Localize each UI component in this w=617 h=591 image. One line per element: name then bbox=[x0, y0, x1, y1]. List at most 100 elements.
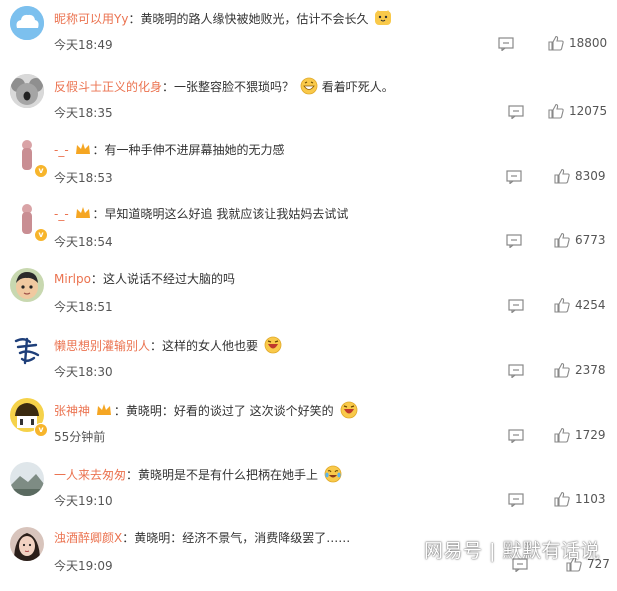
comment-text: 这样的女人他也要 bbox=[162, 339, 259, 353]
separator: ： bbox=[128, 12, 141, 26]
comment-text: 一张整容脸不猥琐吗？ bbox=[174, 80, 295, 94]
cat-face-emoji-icon bbox=[375, 10, 392, 25]
crown-badge-icon bbox=[75, 207, 90, 218]
thumbs-up-icon bbox=[554, 491, 570, 507]
like-count: 2378 bbox=[575, 363, 606, 377]
username-link[interactable]: -_- bbox=[54, 207, 69, 221]
username-link[interactable]: 懒思想别灌输别人 bbox=[54, 339, 150, 353]
like-count: 12075 bbox=[569, 104, 608, 118]
comment-time: 今天19:09 bbox=[54, 559, 113, 573]
comment-time: 55分钟前 bbox=[54, 430, 106, 444]
comment-time: 今天18:54 bbox=[54, 235, 113, 249]
username-link[interactable]: -_- bbox=[54, 143, 69, 157]
comment-text-continued: 看着吓死人。 bbox=[321, 80, 394, 94]
separator: ： bbox=[150, 339, 163, 353]
child-avatar-icon bbox=[10, 268, 44, 302]
comment-text: 早知道晓明这么好追 我就应该让我姑妈去试试 bbox=[104, 207, 349, 221]
comment-line: 昵称可以用Yy：黄晓明的路人缘快被她败光，估计不会长久 bbox=[54, 9, 392, 27]
avatar[interactable] bbox=[10, 333, 44, 367]
avatar[interactable] bbox=[10, 268, 44, 302]
thumbs-up-icon bbox=[548, 35, 564, 51]
avatar[interactable] bbox=[10, 74, 44, 108]
thumbs-up-icon bbox=[554, 232, 570, 248]
like-button[interactable]: 6773 bbox=[554, 232, 606, 248]
like-button[interactable]: 8309 bbox=[554, 168, 606, 184]
separator: ： bbox=[90, 272, 103, 286]
cloud-avatar-icon bbox=[10, 6, 44, 40]
comment-line: -_- ：有一种手伸不进屏幕抽她的无力感 bbox=[54, 142, 285, 158]
like-count: 1729 bbox=[575, 428, 606, 442]
like-button[interactable]: 2378 bbox=[554, 362, 606, 378]
reply-icon[interactable] bbox=[508, 364, 524, 378]
separator: ： bbox=[113, 404, 126, 418]
separator: ： bbox=[126, 468, 139, 482]
username-link[interactable]: 张神神 bbox=[54, 404, 90, 418]
like-count: 1103 bbox=[575, 492, 606, 506]
comment-time: 今天18:51 bbox=[54, 300, 113, 314]
username-link[interactable]: 浊酒醉卿颜X bbox=[54, 531, 122, 545]
like-count: 8309 bbox=[575, 169, 606, 183]
reply-icon[interactable] bbox=[506, 234, 522, 248]
like-count: 4254 bbox=[575, 298, 606, 312]
like-button[interactable]: 18800 bbox=[548, 35, 607, 51]
comment-text: 黄晓明：经济不景气，消费降级罢了…… bbox=[134, 531, 351, 545]
koala-avatar-icon bbox=[10, 74, 44, 108]
avatar[interactable] bbox=[10, 462, 44, 496]
comment-text: 黄晓明：好看的谈过了 这次谈个好笑的 bbox=[125, 404, 334, 418]
thumbs-up-icon bbox=[548, 103, 564, 119]
comment-item: v 张神神 ：黄晓明：好看的谈过了 这次谈个好笑的 55分钟前 1729 bbox=[0, 398, 617, 462]
like-button[interactable]: 4254 bbox=[554, 297, 606, 313]
comment-line: Mirlpo：这人说话不经过大脑的吗 bbox=[54, 271, 235, 287]
comment-line: 张神神 ：黄晓明：好看的谈过了 这次谈个好笑的 bbox=[54, 401, 358, 419]
separator: ： bbox=[92, 207, 105, 221]
like-button[interactable]: 1729 bbox=[554, 427, 606, 443]
comment-time: 今天19:10 bbox=[54, 494, 113, 508]
username-link[interactable]: 反假斗士正义的化身 bbox=[54, 80, 162, 94]
comment-time: 今天18:49 bbox=[54, 38, 113, 52]
comment-text: 黄晓明的路人缘快被她败光，估计不会长久 bbox=[140, 12, 369, 26]
comment-item: 一人来去匆匆：黄晓明是不是有什么把柄在她手上 今天19:10 1103 bbox=[0, 462, 617, 526]
reply-icon[interactable] bbox=[508, 105, 524, 119]
comment-time: 今天18:30 bbox=[54, 365, 113, 379]
tears-of-joy-emoji-icon bbox=[324, 465, 342, 483]
like-count: 18800 bbox=[569, 36, 608, 50]
comment-text: 这人说话不经过大脑的吗 bbox=[102, 272, 235, 286]
calligraphy-avatar-icon bbox=[10, 333, 44, 367]
laughing-emoji-icon bbox=[264, 336, 282, 354]
comment-item: 反假斗士正义的化身：一张整容脸不猥琐吗？ 看着吓死人。 今天18:35 1207… bbox=[0, 74, 617, 138]
comment-item: 懒思想别灌输别人：这样的女人他也要 今天18:30 2378 bbox=[0, 333, 617, 397]
separator: ： bbox=[92, 143, 105, 157]
reply-icon[interactable] bbox=[498, 37, 514, 51]
username-link[interactable]: Mirlpo bbox=[54, 272, 91, 286]
comment-item: Mirlpo：这人说话不经过大脑的吗 今天18:51 4254 bbox=[0, 268, 617, 332]
reply-icon[interactable] bbox=[508, 429, 524, 443]
crown-badge-icon bbox=[75, 143, 90, 154]
thumbs-up-icon bbox=[554, 362, 570, 378]
username-link[interactable]: 一人来去匆匆 bbox=[54, 468, 126, 482]
comment-text: 黄晓明是不是有什么把柄在她手上 bbox=[138, 468, 319, 482]
separator: ： bbox=[122, 531, 135, 545]
verified-badge-icon: v bbox=[34, 228, 48, 242]
comment-line: -_- ：早知道晓明这么好追 我就应该让我姑妈去试试 bbox=[54, 206, 348, 222]
verified-badge-icon: v bbox=[34, 164, 48, 178]
username-link[interactable]: 昵称可以用Yy bbox=[54, 12, 128, 26]
like-count: 6773 bbox=[575, 233, 606, 247]
like-button[interactable]: 1103 bbox=[554, 491, 606, 507]
avatar[interactable] bbox=[10, 527, 44, 561]
comment-time: 今天18:35 bbox=[54, 106, 113, 120]
reply-icon[interactable] bbox=[506, 170, 522, 184]
like-button[interactable]: 12075 bbox=[548, 103, 607, 119]
thumbs-up-icon bbox=[554, 297, 570, 313]
comment-line: 浊酒醉卿颜X：黄晓明：经济不景气，消费降级罢了…… bbox=[54, 530, 350, 546]
reply-icon[interactable] bbox=[508, 493, 524, 507]
avatar[interactable] bbox=[10, 6, 44, 40]
verified-badge-icon: v bbox=[34, 423, 48, 437]
thumbs-up-icon bbox=[554, 427, 570, 443]
comment-item: v -_- ：有一种手伸不进屏幕抽她的无力感 今天18:53 8309 bbox=[0, 139, 617, 203]
watermark: 网易号 | 默默有话说 bbox=[424, 540, 600, 562]
comment-item: v -_- ：早知道晓明这么好追 我就应该让我姑妈去试试 今天18:54 677… bbox=[0, 203, 617, 267]
reply-icon[interactable] bbox=[508, 299, 524, 313]
grin-emoji-icon bbox=[300, 77, 318, 95]
comment-line: 懒思想别灌输别人：这样的女人他也要 bbox=[54, 336, 282, 354]
comment-time: 今天18:53 bbox=[54, 171, 113, 185]
